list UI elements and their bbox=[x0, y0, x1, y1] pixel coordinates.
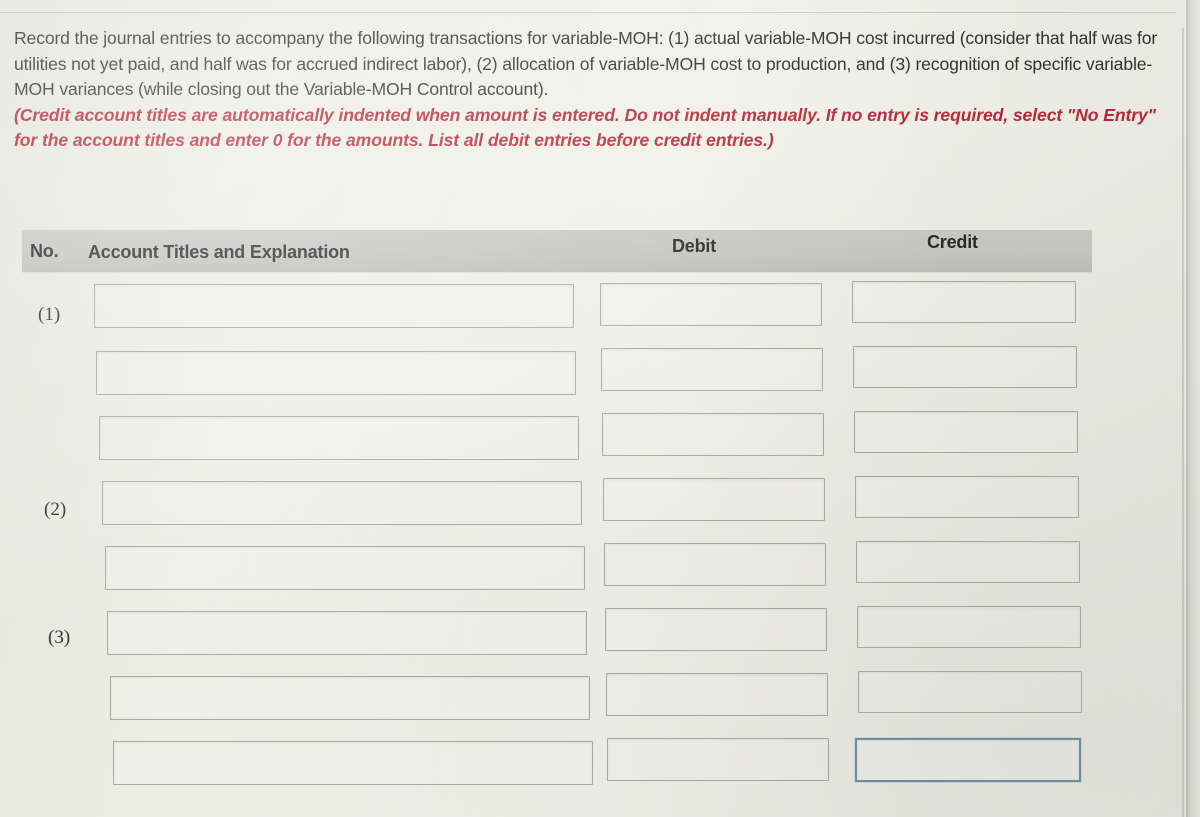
account-title-input-row-6[interactable] bbox=[107, 611, 587, 655]
debit-input-row-4[interactable] bbox=[603, 478, 825, 521]
page-edge-shadow bbox=[1186, 0, 1200, 817]
account-title-input-row-1[interactable] bbox=[94, 284, 574, 328]
journal-entry-table: No. Account Titles and Explanation Debit… bbox=[0, 0, 1200, 817]
row-label-1: (1) bbox=[38, 304, 61, 325]
account-title-input-row-7[interactable] bbox=[110, 676, 590, 720]
debit-input-row-2[interactable] bbox=[601, 348, 823, 391]
account-title-input-row-5[interactable] bbox=[105, 546, 585, 590]
credit-input-row-7[interactable] bbox=[858, 671, 1082, 713]
page-edge-line bbox=[1182, 28, 1184, 817]
debit-input-row-6[interactable] bbox=[605, 608, 827, 651]
account-title-input-row-2[interactable] bbox=[96, 351, 576, 395]
credit-input-row-8[interactable] bbox=[855, 738, 1081, 782]
row-label-2: (2) bbox=[44, 499, 67, 520]
credit-input-row-6[interactable] bbox=[857, 606, 1081, 648]
credit-input-row-1[interactable] bbox=[852, 281, 1076, 323]
debit-input-row-7[interactable] bbox=[606, 673, 828, 716]
column-header-debit: Debit bbox=[672, 236, 717, 256]
credit-input-row-5[interactable] bbox=[856, 541, 1080, 583]
column-header-no: No. bbox=[30, 241, 59, 261]
credit-input-row-2[interactable] bbox=[853, 346, 1077, 388]
debit-input-row-1[interactable] bbox=[600, 283, 822, 326]
credit-input-row-3[interactable] bbox=[854, 411, 1078, 453]
credit-input-row-4[interactable] bbox=[855, 476, 1079, 518]
debit-input-row-3[interactable] bbox=[602, 413, 824, 456]
row-label-3: (3) bbox=[48, 627, 71, 648]
debit-input-row-5[interactable] bbox=[604, 543, 826, 586]
account-title-input-row-4[interactable] bbox=[102, 481, 582, 525]
debit-input-row-8[interactable] bbox=[607, 738, 829, 781]
worksheet-page: Record the journal entries to accompany … bbox=[0, 0, 1200, 817]
account-title-input-row-3[interactable] bbox=[99, 416, 579, 460]
account-title-input-row-8[interactable] bbox=[113, 741, 593, 785]
table-header-row: No. Account Titles and Explanation Debit… bbox=[22, 230, 1092, 272]
column-header-credit: Credit bbox=[927, 232, 978, 252]
column-header-account-titles: Account Titles and Explanation bbox=[88, 242, 350, 262]
